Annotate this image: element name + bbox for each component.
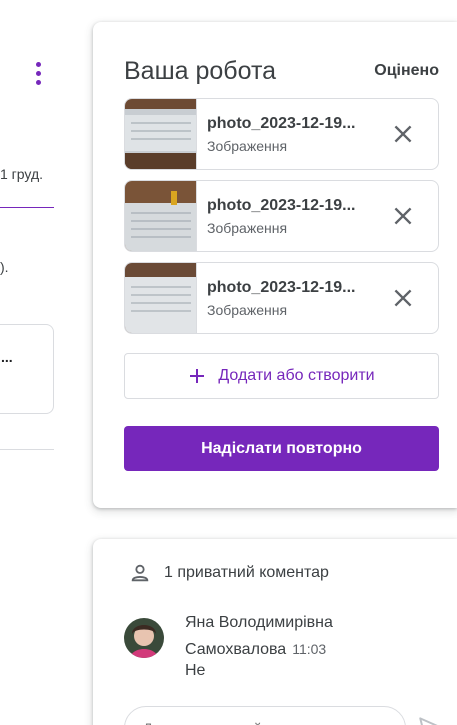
- comment-author-line: Яна Володимирівна Самохвалова 11:03: [185, 610, 405, 663]
- close-icon[interactable]: [390, 203, 416, 229]
- plus-icon: [190, 369, 205, 383]
- comment-text: Не: [185, 662, 206, 679]
- your-work-title: Ваша робота: [124, 57, 277, 85]
- attachment-name: photo_2023-12-19...: [207, 115, 356, 132]
- attachment-name: photo_2023-12-19...: [207, 197, 356, 214]
- private-comments-card: 1 приватний коментар Яна Володимирівна С…: [93, 539, 457, 725]
- close-icon[interactable]: [390, 121, 416, 147]
- attachment-type: Зображення: [207, 220, 288, 236]
- resend-label: Надіслати повторно: [201, 439, 362, 457]
- comment-time: 11:03: [292, 641, 327, 657]
- your-work-card: Ваша робота Оцінено photo_2023-12-19... …: [93, 22, 457, 508]
- attachment-item[interactable]: photo_2023-12-19... Зображення: [124, 262, 439, 334]
- attachment-item[interactable]: photo_2023-12-19... Зображення: [124, 98, 439, 170]
- private-comments-count: 1 приватний коментар: [164, 564, 329, 581]
- avatar: [124, 618, 164, 658]
- resend-button[interactable]: Надіслати повторно: [124, 426, 439, 471]
- attachment-type: Зображення: [207, 138, 288, 154]
- attachment-item[interactable]: photo_2023-12-19... Зображення: [124, 180, 439, 252]
- attachment-card-title: ...: [1, 349, 13, 365]
- close-icon[interactable]: [390, 285, 416, 311]
- grade-status: Оцінено: [374, 62, 439, 79]
- attachment-thumbnail: [125, 181, 197, 251]
- due-date-fragment: 1 груд.: [0, 166, 44, 182]
- divider: [0, 449, 54, 450]
- more-vert-icon[interactable]: [34, 62, 44, 86]
- accent-divider: [0, 207, 54, 208]
- add-or-create-button[interactable]: Додати або створити: [124, 353, 439, 399]
- add-or-create-label: Додати або створити: [218, 367, 375, 384]
- person-icon: [131, 564, 149, 582]
- attachment-card[interactable]: ...: [0, 324, 54, 414]
- attachment-thumbnail: [125, 99, 197, 169]
- attachment-name: photo_2023-12-19...: [207, 279, 356, 296]
- send-icon[interactable]: [417, 714, 443, 725]
- private-comment-input[interactable]: [124, 706, 406, 725]
- private-comments-header: 1 приватний коментар: [129, 562, 329, 584]
- instructions-fragment: ).: [0, 259, 9, 275]
- attachment-thumbnail: [125, 263, 197, 333]
- attachment-type: Зображення: [207, 302, 288, 318]
